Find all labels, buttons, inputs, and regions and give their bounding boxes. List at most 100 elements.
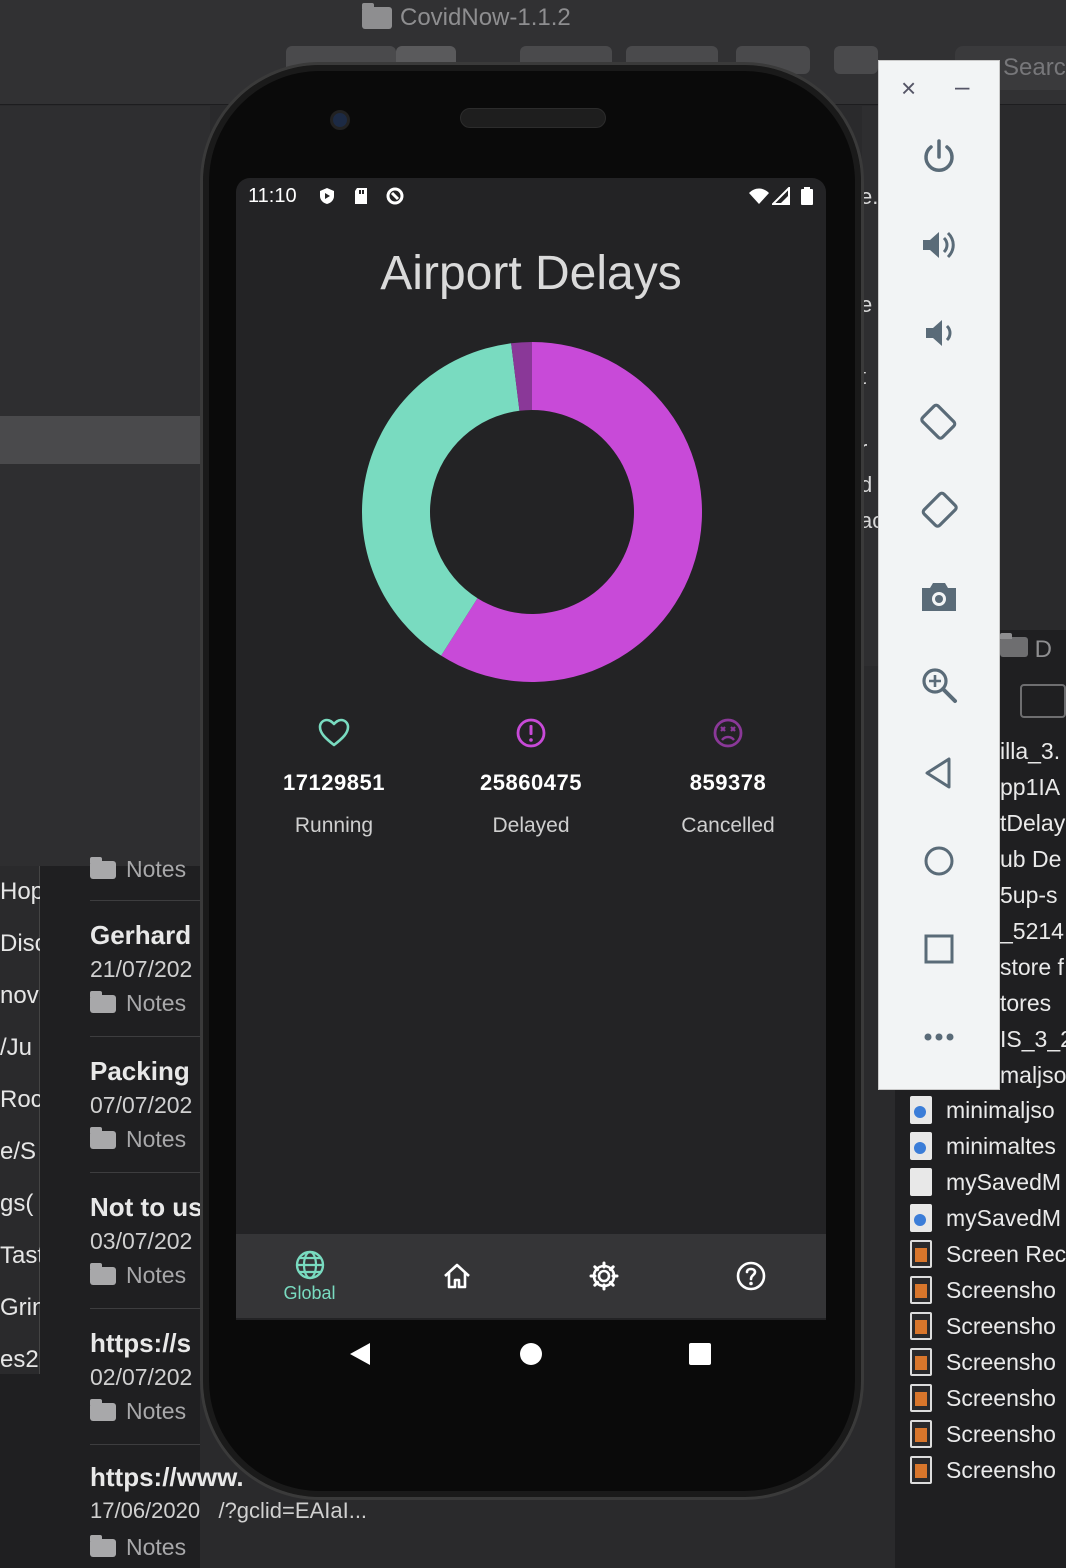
nav-help[interactable] (677, 1234, 824, 1318)
file-icon (910, 1168, 932, 1196)
more-button[interactable] (913, 1011, 965, 1063)
note-title[interactable]: Gerhard (90, 920, 200, 951)
nav-global[interactable]: Global (236, 1234, 383, 1318)
note-date: 02/07/202 (90, 1364, 193, 1390)
note-date: 07/07/202 (90, 1092, 193, 1118)
strip-item[interactable]: Roc (0, 1086, 40, 1114)
finder-sidebar-selected-row[interactable] (0, 416, 210, 464)
volume-up-icon (923, 231, 955, 259)
emulator-minimize-button[interactable]: – (955, 73, 981, 101)
strip-item[interactable]: e/S (0, 1138, 40, 1166)
file-name[interactable]: illa_3. (1000, 738, 1066, 765)
nav-home[interactable] (383, 1234, 530, 1318)
toolbar-tag-button[interactable] (834, 46, 878, 74)
file-row[interactable]: mySavedM (910, 1168, 1066, 1196)
strip-item[interactable]: Hop (0, 878, 40, 906)
file-row[interactable]: minimaljso (910, 1096, 1066, 1124)
overview-square-icon (689, 1343, 711, 1365)
file-row[interactable]: Screensho (910, 1384, 1066, 1412)
back-button[interactable] (913, 747, 965, 799)
file-icon (910, 1204, 932, 1232)
file-icon (910, 1132, 932, 1160)
note-title[interactable]: Packing (90, 1056, 200, 1087)
status-time: 11:10 (248, 185, 297, 207)
nav-settings[interactable] (530, 1234, 677, 1318)
phone-screen: 11:10 Airport Delays 17129851 Running 25… (236, 178, 826, 1320)
file-name[interactable]: store f (1000, 954, 1066, 981)
emulator-close-button[interactable]: × (901, 75, 927, 101)
folder-icon (90, 1398, 116, 1421)
back-icon (925, 757, 951, 789)
file-name[interactable]: pp1IA (1000, 774, 1066, 801)
folder-icon (362, 3, 392, 29)
volume-down-button[interactable] (913, 307, 965, 359)
rotate-right-icon (921, 491, 958, 528)
system-back-button[interactable] (344, 1338, 376, 1370)
note-folder: Notes (90, 1126, 200, 1153)
folder-icon (90, 1262, 116, 1285)
screenshot-file-icon (910, 1312, 932, 1340)
screenshot-file-icon (910, 1384, 932, 1412)
file-row[interactable]: Screen Rec (910, 1240, 1066, 1268)
stat-cancelled-value: 859378 (689, 770, 767, 795)
note-date: 21/07/202 (90, 956, 193, 982)
note-title[interactable]: Not to us (90, 1192, 200, 1223)
more-icon (924, 1033, 954, 1041)
volume-up-button[interactable] (913, 219, 965, 271)
stat-cancelled: 859378 Cancelled (630, 716, 826, 838)
data-saver-icon (386, 187, 404, 205)
strip-item[interactable]: nov (0, 982, 40, 1010)
note-title[interactable]: https://www. (90, 1462, 244, 1493)
stat-running-label: Running (294, 814, 374, 837)
strip-item[interactable]: gs( (0, 1190, 40, 1218)
strip-item[interactable]: es2 (0, 1346, 40, 1374)
home-icon (443, 1263, 470, 1289)
file-name[interactable]: ub De (1000, 846, 1066, 873)
strip-item[interactable]: Tast (0, 1242, 40, 1270)
screenshot-button[interactable] (913, 571, 965, 623)
strip-item[interactable]: /Ju (0, 1034, 40, 1062)
file-name[interactable]: _5214 (1000, 918, 1066, 945)
overview-button[interactable] (913, 923, 965, 975)
file-name[interactable]: tores (1000, 990, 1066, 1017)
file-row[interactable]: Screensho (910, 1276, 1066, 1304)
system-overview-button[interactable] (684, 1338, 716, 1370)
file-name[interactable]: tDelay (1000, 810, 1066, 837)
zoom-button[interactable] (913, 659, 965, 711)
file-row[interactable]: Screensho (910, 1312, 1066, 1340)
system-home-button[interactable] (515, 1338, 547, 1370)
screenshot-file-icon (910, 1276, 932, 1304)
note-date-row: 17/06/2020 /?gclid=EAIaI... (90, 1498, 367, 1524)
file-name[interactable]: 5up-s (1000, 882, 1066, 909)
note-folder-label: Notes (126, 990, 187, 1016)
column-view-button[interactable] (1020, 684, 1066, 718)
file-name[interactable]: IS_3_2 (1000, 1026, 1066, 1053)
shield-icon (320, 188, 334, 204)
file-name[interactable]: maljso (1000, 1062, 1066, 1089)
file-name: mySavedM (946, 1168, 1062, 1195)
rotate-left-icon (920, 403, 957, 440)
file-row[interactable]: Screensho (910, 1348, 1066, 1376)
file-row[interactable]: minimaltes (910, 1132, 1066, 1160)
note-separator (90, 1172, 200, 1173)
home-button[interactable] (913, 835, 965, 887)
strip-item[interactable]: Grin (0, 1294, 40, 1322)
note-date: 17/06/2020 (90, 1498, 201, 1523)
sd-card-icon (355, 188, 367, 204)
stat-running-value: 17129851 (283, 770, 385, 795)
strip-item[interactable]: Disc (0, 930, 40, 958)
stat-delayed-value: 25860475 (480, 770, 582, 795)
note-folder: Notes (90, 856, 200, 883)
screenshot-file-icon (910, 1240, 932, 1268)
file-row[interactable]: Screensho (910, 1420, 1066, 1448)
rotate-right-button[interactable] (913, 483, 965, 535)
rotate-left-button[interactable] (913, 395, 965, 447)
finder-window-title: CovidNow-1.1.2 (362, 3, 571, 32)
power-button[interactable] (913, 131, 965, 183)
note-title[interactable]: https://s (90, 1328, 200, 1359)
cellular-signal-icon (772, 187, 790, 205)
zoom-icon (922, 668, 957, 703)
note-folder-label: Notes (126, 1534, 187, 1560)
file-row[interactable]: mySavedM (910, 1204, 1066, 1232)
file-row[interactable]: Screensho (910, 1456, 1066, 1484)
